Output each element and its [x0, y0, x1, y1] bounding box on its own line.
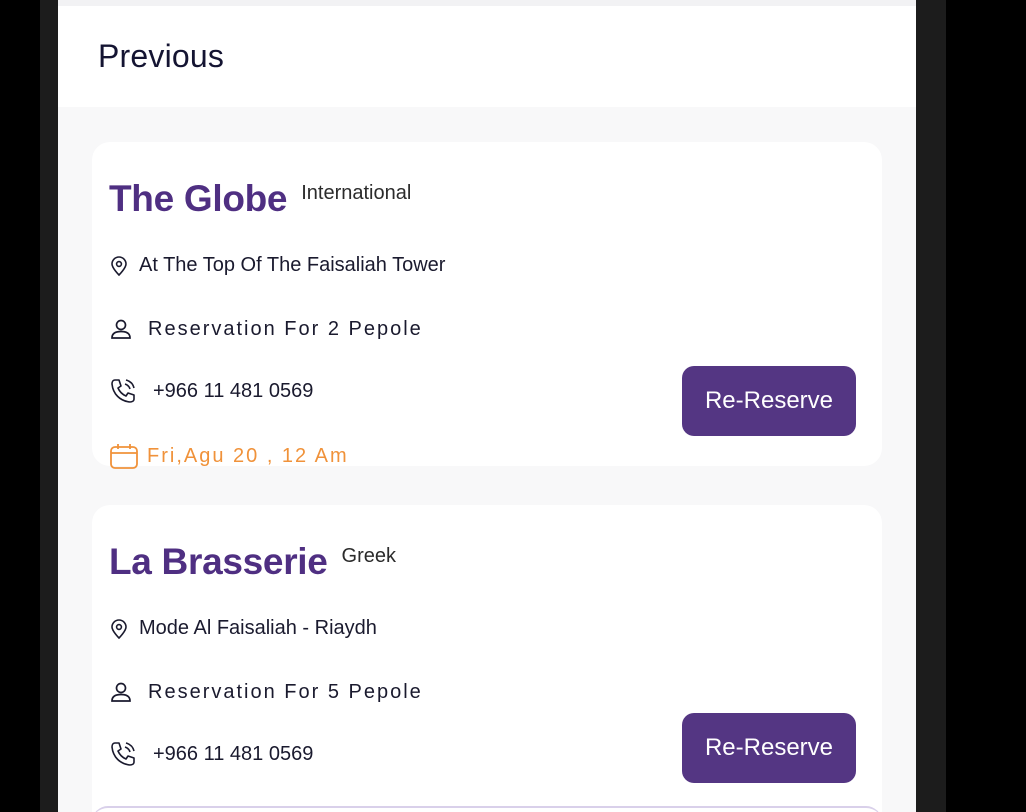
- location-row: Mode Al Faisaliah - Riaydh: [109, 617, 377, 640]
- restaurant-heading: The Globe International: [109, 178, 411, 220]
- phone-number[interactable]: +966 11 481 0569: [153, 743, 313, 766]
- phone-frame-right: [916, 0, 946, 812]
- party-size-text: Reservation For 2 Pepole: [148, 317, 423, 340]
- next-card-peek: [92, 806, 882, 812]
- left-bezel: [0, 0, 40, 812]
- party-row: Reservation For 5 Pepole: [109, 680, 423, 704]
- phone-icon: [109, 740, 137, 768]
- party-row: Reservation For 2 Pepole: [109, 317, 423, 341]
- date-row: Fri,Agu 20 , 12 Am: [109, 442, 349, 470]
- location-text: At The Top Of The Faisaliah Tower: [139, 254, 446, 276]
- phone-icon: [109, 377, 137, 405]
- reservation-date: Fri,Agu 20 , 12 Am: [147, 444, 349, 467]
- re-reserve-button[interactable]: Re-Reserve: [682, 713, 856, 783]
- phone-row: +966 11 481 0569: [109, 377, 313, 405]
- right-bezel: [946, 0, 1026, 812]
- phone-frame-left: [40, 0, 58, 812]
- restaurant-name[interactable]: The Globe: [109, 178, 288, 220]
- phone-row: +966 11 481 0569: [109, 740, 313, 768]
- calendar-icon: [109, 442, 139, 470]
- header: Previous: [58, 6, 916, 107]
- re-reserve-button[interactable]: Re-Reserve: [682, 366, 856, 436]
- restaurant-name[interactable]: La Brasserie: [109, 541, 328, 583]
- reservation-card: The Globe International At The Top Of Th…: [92, 142, 882, 469]
- person-icon: [109, 317, 133, 341]
- location-row: At The Top Of The Faisaliah Tower: [109, 254, 445, 277]
- location-text: Mode Al Faisaliah - Riaydh: [139, 617, 377, 639]
- app-screen: Previous The Globe International At The …: [58, 0, 916, 812]
- reservation-card: La Brasserie Greek Mode Al Faisaliah - R…: [92, 505, 882, 812]
- party-size-text: Reservation For 5 Pepole: [148, 680, 423, 703]
- cuisine-label: International: [301, 181, 412, 204]
- phone-number[interactable]: +966 11 481 0569: [153, 380, 313, 403]
- page-title: Previous: [98, 38, 225, 74]
- cuisine-label: Greek: [341, 544, 397, 567]
- location-pin-icon: [109, 255, 129, 277]
- person-icon: [109, 680, 133, 704]
- restaurant-heading: La Brasserie Greek: [109, 541, 396, 583]
- location-pin-icon: [109, 618, 129, 640]
